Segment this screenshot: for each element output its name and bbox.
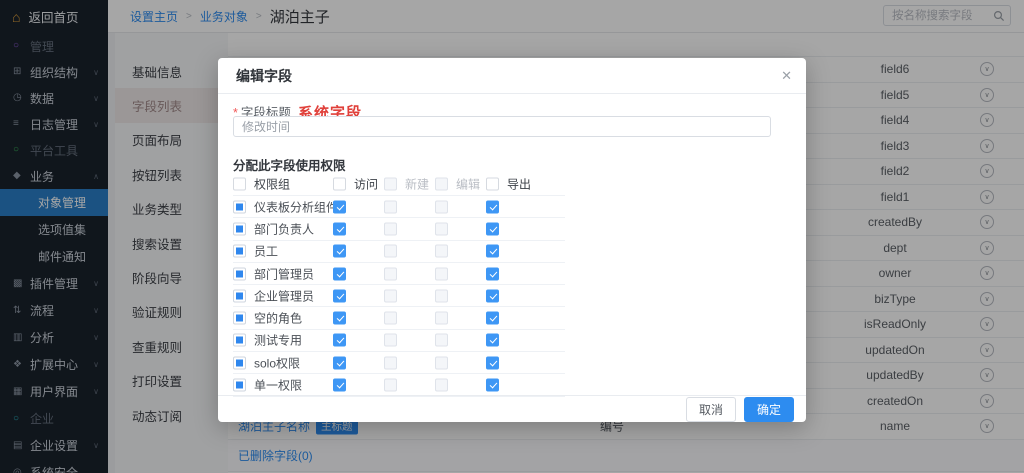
edit-checkbox[interactable]	[435, 245, 448, 258]
access-checkbox[interactable]	[333, 267, 346, 280]
permissions-rows: 仪表板分析组件 部门负责人 员工	[233, 195, 565, 397]
edit-checkbox[interactable]	[435, 289, 448, 302]
column-label-edit: 编辑	[456, 175, 480, 192]
create-checkbox[interactable]	[384, 356, 397, 369]
select-all-access-checkbox[interactable]	[333, 177, 346, 190]
field-title-input[interactable]	[233, 116, 771, 137]
create-checkbox[interactable]	[384, 222, 397, 235]
create-checkbox[interactable]	[384, 267, 397, 280]
edit-checkbox[interactable]	[435, 312, 448, 325]
permission-row: 部门负责人	[233, 218, 565, 240]
access-checkbox[interactable]	[333, 312, 346, 325]
access-checkbox[interactable]	[333, 379, 346, 392]
create-checkbox[interactable]	[384, 334, 397, 347]
access-checkbox[interactable]	[333, 289, 346, 302]
column-label-create: 新建	[405, 175, 429, 192]
export-checkbox[interactable]	[486, 267, 499, 280]
edit-checkbox[interactable]	[435, 200, 448, 213]
permission-group-label: 测试专用	[254, 332, 302, 349]
permission-row: 空的角色	[233, 307, 565, 329]
select-all-groups-checkbox[interactable]	[233, 177, 246, 190]
export-checkbox[interactable]	[486, 312, 499, 325]
create-checkbox[interactable]	[384, 312, 397, 325]
edit-checkbox[interactable]	[435, 334, 448, 347]
close-icon[interactable]: ✕	[781, 68, 792, 84]
permission-row: 员工	[233, 241, 565, 263]
permission-row: 测试专用	[233, 330, 565, 352]
access-checkbox[interactable]	[333, 334, 346, 347]
ok-button[interactable]: 确定	[744, 397, 794, 422]
column-label-group: 权限组	[254, 175, 290, 192]
access-checkbox[interactable]	[333, 200, 346, 213]
permissions-header-row: 权限组 访问 新建 编辑 导出	[233, 173, 565, 194]
create-checkbox[interactable]	[384, 245, 397, 258]
export-checkbox[interactable]	[486, 222, 499, 235]
permission-row: 企业管理员	[233, 285, 565, 307]
select-all-edit-checkbox[interactable]	[435, 177, 448, 190]
export-checkbox[interactable]	[486, 245, 499, 258]
edit-checkbox[interactable]	[435, 222, 448, 235]
group-checkbox[interactable]	[233, 356, 246, 369]
edit-checkbox[interactable]	[435, 379, 448, 392]
permission-row: 仪表板分析组件	[233, 196, 565, 218]
app-window: ⌂ 返回首页 ○ 管理 ⊞ 组织结构 ∨ ◷ 数据 ∨ ≡ 日志管理 ∨	[0, 0, 1024, 473]
edit-checkbox[interactable]	[435, 356, 448, 369]
permission-row: 部门管理员	[233, 263, 565, 285]
create-checkbox[interactable]	[384, 379, 397, 392]
access-checkbox[interactable]	[333, 222, 346, 235]
permission-group-label: 部门负责人	[254, 220, 314, 237]
permission-group-label: solo权限	[254, 354, 300, 371]
export-checkbox[interactable]	[486, 334, 499, 347]
select-all-create-checkbox[interactable]	[384, 177, 397, 190]
group-checkbox[interactable]	[233, 289, 246, 302]
export-checkbox[interactable]	[486, 289, 499, 302]
export-checkbox[interactable]	[486, 379, 499, 392]
column-label-export: 导出	[507, 175, 531, 192]
export-checkbox[interactable]	[486, 200, 499, 213]
permission-row: solo权限	[233, 352, 565, 374]
cancel-button[interactable]: 取消	[686, 397, 736, 422]
group-checkbox[interactable]	[233, 334, 246, 347]
edit-checkbox[interactable]	[435, 267, 448, 280]
group-checkbox[interactable]	[233, 200, 246, 213]
permission-group-label: 单一权限	[254, 377, 302, 394]
permission-group-label: 空的角色	[254, 310, 302, 327]
export-checkbox[interactable]	[486, 356, 499, 369]
group-checkbox[interactable]	[233, 267, 246, 280]
permission-group-label: 仪表板分析组件	[254, 198, 338, 215]
group-checkbox[interactable]	[233, 312, 246, 325]
permission-group-label: 企业管理员	[254, 287, 314, 304]
permission-group-label: 员工	[254, 243, 278, 260]
permissions-section-title: 分配此字段使用权限	[233, 155, 346, 174]
create-checkbox[interactable]	[384, 289, 397, 302]
access-checkbox[interactable]	[333, 245, 346, 258]
modal-footer: 取消 确定	[218, 395, 806, 422]
group-checkbox[interactable]	[233, 222, 246, 235]
group-checkbox[interactable]	[233, 379, 246, 392]
column-label-access: 访问	[354, 175, 378, 192]
access-checkbox[interactable]	[333, 356, 346, 369]
permission-row: 单一权限	[233, 374, 565, 396]
group-checkbox[interactable]	[233, 245, 246, 258]
permission-group-label: 部门管理员	[254, 265, 314, 282]
create-checkbox[interactable]	[384, 200, 397, 213]
edit-field-modal: 编辑字段 ✕ *字段标题 系统字段 分配此字段使用权限 权限组 访问 新建 编辑…	[218, 58, 806, 422]
select-all-export-checkbox[interactable]	[486, 177, 499, 190]
modal-title: 编辑字段	[236, 66, 292, 86]
modal-header: 编辑字段 ✕	[218, 58, 806, 94]
